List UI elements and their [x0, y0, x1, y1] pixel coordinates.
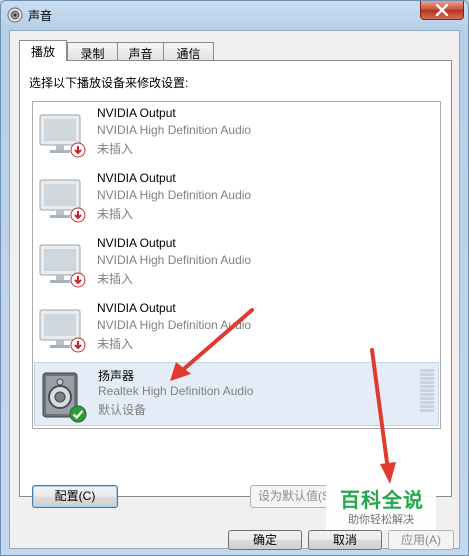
device-status: 未插入: [97, 142, 134, 156]
ok-button[interactable]: 确定: [228, 530, 302, 550]
watermark-logo: 百科全说 助你轻松解决: [326, 478, 436, 530]
device-status: 未插入: [97, 207, 134, 221]
device-description: NVIDIA High Definition Audio: [97, 123, 252, 137]
device-item[interactable]: NVIDIA Output NVIDIA High Definition Aud…: [34, 167, 439, 231]
device-status: 未插入: [97, 272, 134, 286]
device-description: NVIDIA High Definition Audio: [97, 253, 252, 267]
device-name: NVIDIA Output: [97, 106, 176, 120]
device-name: 扬声器: [98, 369, 135, 383]
device-description: NVIDIA High Definition Audio: [97, 318, 252, 332]
volume-level-meter: [420, 369, 434, 413]
speaker-icon: [7, 7, 23, 23]
title-bar[interactable]: 声音: [1, 1, 468, 29]
device-status: 未插入: [97, 337, 134, 351]
tab-communications[interactable]: 通信: [163, 42, 214, 61]
unplugged-badge-icon: [70, 272, 86, 291]
cancel-button[interactable]: 取消: [308, 530, 382, 550]
unplugged-badge-icon: [70, 337, 86, 356]
device-description: Realtek High Definition Audio: [98, 384, 254, 398]
sound-dialog: 声音 播放 录制 声音 通信 选择以下播放设备来修改设置: NVIDIA Out…: [0, 0, 469, 556]
device-name: NVIDIA Output: [97, 301, 176, 315]
close-button[interactable]: [420, 1, 464, 20]
tab-playback[interactable]: 播放: [19, 40, 67, 61]
unplugged-badge-icon: [70, 142, 86, 161]
unplugged-badge-icon: [70, 207, 86, 226]
watermark-title: 百科全说: [340, 490, 424, 512]
apply-button[interactable]: 应用(A): [388, 530, 454, 550]
device-status: 默认设备: [98, 403, 147, 417]
instruction-label: 选择以下播放设备来修改设置:: [29, 76, 189, 90]
dialog-client-area: 播放 录制 声音 通信 选择以下播放设备来修改设置: NVIDIA Output…: [9, 30, 460, 550]
default-check-icon: [69, 405, 87, 426]
device-description: NVIDIA High Definition Audio: [97, 188, 252, 202]
device-item[interactable]: NVIDIA Output NVIDIA High Definition Aud…: [34, 297, 439, 361]
device-name: NVIDIA Output: [97, 171, 176, 185]
close-icon: [435, 4, 449, 16]
device-item[interactable]: NVIDIA Output NVIDIA High Definition Aud…: [34, 232, 439, 296]
tab-recording[interactable]: 录制: [67, 42, 118, 61]
watermark-subtitle: 助你轻松解决: [348, 514, 414, 526]
device-name: NVIDIA Output: [97, 236, 176, 250]
device-list[interactable]: NVIDIA Output NVIDIA High Definition Aud…: [32, 101, 441, 429]
configure-button[interactable]: 配置(C): [32, 485, 118, 508]
tab-sounds[interactable]: 声音: [117, 42, 164, 61]
device-item[interactable]: NVIDIA Output NVIDIA High Definition Aud…: [34, 102, 439, 166]
window-title: 声音: [28, 9, 53, 23]
tab-panel-playback: 选择以下播放设备来修改设置: NVIDIA Output NVIDIA High…: [19, 60, 452, 508]
device-item-speakers[interactable]: 扬声器 Realtek High Definition Audio 默认设备: [34, 362, 439, 426]
